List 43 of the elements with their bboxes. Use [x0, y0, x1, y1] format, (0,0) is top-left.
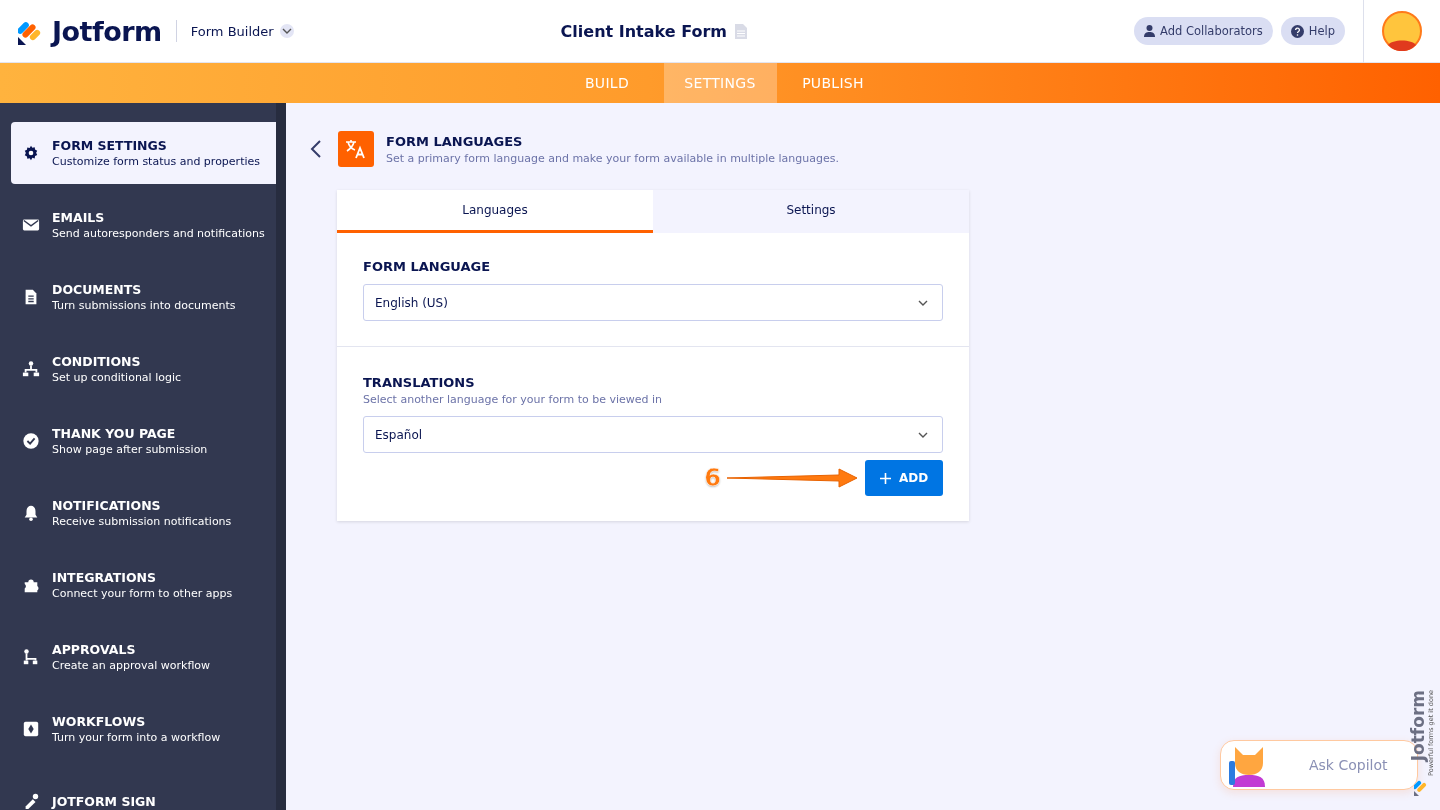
- flow-icon: [22, 648, 40, 666]
- avatar[interactable]: [1382, 11, 1422, 51]
- panel-tab[interactable]: Settings: [653, 190, 969, 233]
- section-label: FORM LANGUAGE: [363, 259, 492, 274]
- form-title: Client Intake Form: [560, 21, 727, 41]
- sidebar-item[interactable]: EMAILS Send autoresponders and notifications: [11, 194, 276, 256]
- chevron-down-icon: [281, 28, 292, 34]
- add-collaborators-button[interactable]: Add Collaborators: [1133, 17, 1273, 45]
- document-icon: [735, 23, 747, 39]
- sidebar-item[interactable]: THANK YOU PAGE Show page after submission: [11, 410, 276, 472]
- translate-icon: [338, 131, 374, 167]
- chevron-left-icon: [310, 139, 322, 159]
- logo-text: Jotform: [52, 15, 162, 47]
- bell-icon: [22, 504, 40, 522]
- section-label: TRANSLATIONS: [363, 375, 476, 390]
- person-icon: [1143, 25, 1155, 37]
- sidebar-item[interactable]: NOTIFICATIONS Receive submission notifications: [11, 482, 276, 544]
- arrow-icon: [727, 468, 859, 488]
- panel-tab[interactable]: Languages: [337, 190, 653, 233]
- workflow-icon: [22, 720, 40, 738]
- hierarchy-icon: [22, 360, 40, 378]
- step-number: 6: [704, 464, 721, 492]
- language-select[interactable]: English (US): [363, 284, 943, 321]
- add-button[interactable]: ADD: [865, 460, 943, 496]
- chevron-down-icon: [918, 431, 928, 438]
- sidebar-item[interactable]: JOTFORM SIGN: [11, 770, 276, 810]
- sidebar-item[interactable]: APPROVALS Create an approval workflow: [11, 626, 276, 688]
- help-button[interactable]: Help: [1280, 17, 1345, 45]
- gear-icon: [22, 144, 40, 162]
- sidebar-item[interactable]: INTEGRATIONS Connect your form to other apps: [11, 554, 276, 616]
- section-hint: Select another language for your form to be viewed in: [363, 393, 664, 406]
- sidebar-item[interactable]: CONDITIONS Set up conditional logic: [11, 338, 276, 400]
- form-builder-dropdown[interactable]: Form Builder: [190, 23, 294, 39]
- panel-subtitle: Set a primary form language and make your form available in multiple languages.: [386, 151, 839, 165]
- panel-title: FORM LANGUAGES: [386, 133, 524, 149]
- sidebar-item[interactable]: FORM SETTINGS Customize form status and properties: [11, 122, 276, 184]
- sidebar-item[interactable]: DOCUMENTS Turn submissions into documents: [11, 266, 276, 328]
- sidebar-item[interactable]: WORKFLOWS Turn your form into a workflow: [11, 698, 276, 760]
- chevron-down-icon: [918, 299, 928, 306]
- plus-icon: [879, 472, 891, 484]
- help-icon: [1290, 24, 1304, 38]
- check-circle-icon: [22, 432, 40, 450]
- translation-select[interactable]: Español: [363, 416, 943, 453]
